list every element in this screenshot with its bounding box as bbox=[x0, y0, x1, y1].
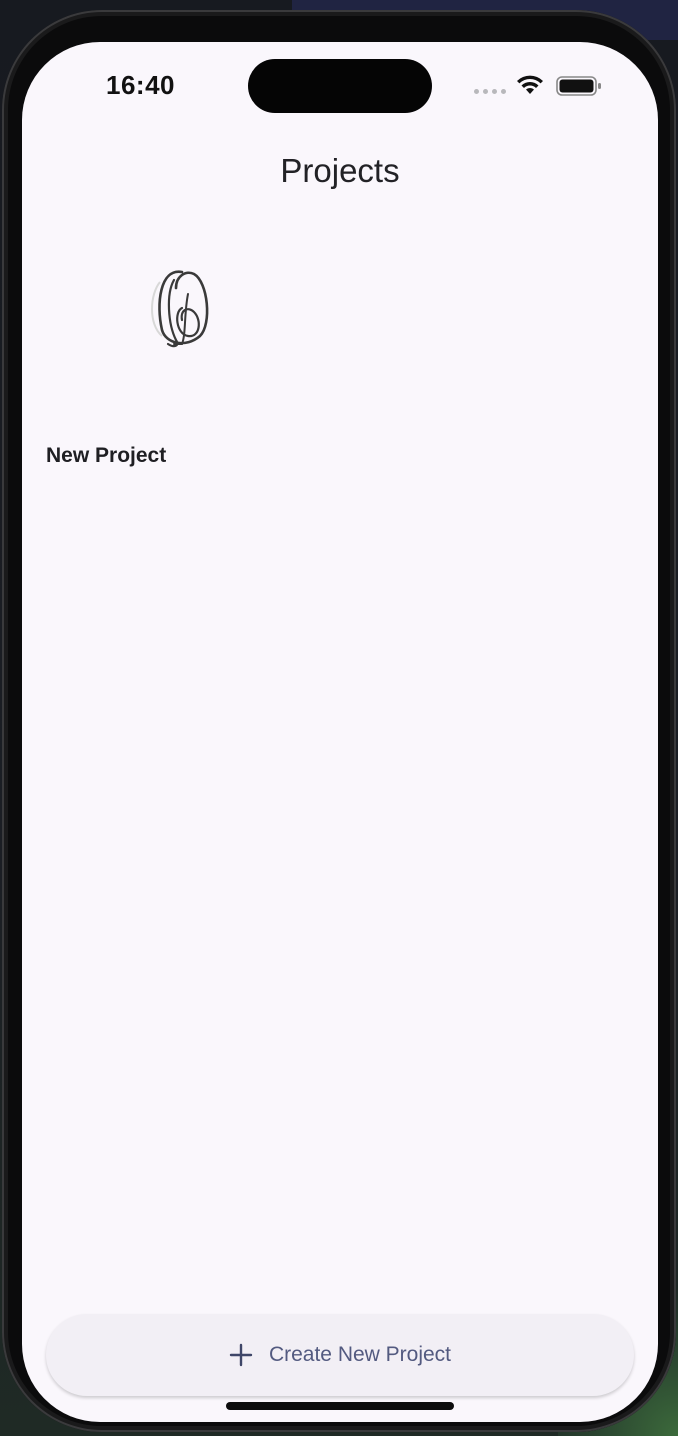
create-new-project-button[interactable]: Create New Project bbox=[46, 1314, 634, 1396]
app-screen: 16:40 Projects New Project Create New Pr… bbox=[22, 42, 658, 1422]
project-name: New Project bbox=[46, 444, 167, 467]
sketch-thumbnail-icon bbox=[151, 270, 209, 348]
phone-frame: 16:40 Projects New Project Create New Pr… bbox=[2, 10, 676, 1432]
project-card[interactable]: New Project bbox=[46, 242, 326, 482]
cellular-signal-icon bbox=[474, 89, 506, 94]
home-indicator[interactable] bbox=[226, 1402, 454, 1410]
plus-icon bbox=[229, 1343, 253, 1367]
dynamic-island bbox=[248, 59, 432, 113]
status-time: 16:40 bbox=[106, 70, 175, 100]
wifi-icon bbox=[517, 75, 543, 94]
battery-icon bbox=[556, 76, 601, 96]
create-new-project-label: Create New Project bbox=[268, 1343, 452, 1366]
page-title: Projects bbox=[280, 152, 400, 189]
